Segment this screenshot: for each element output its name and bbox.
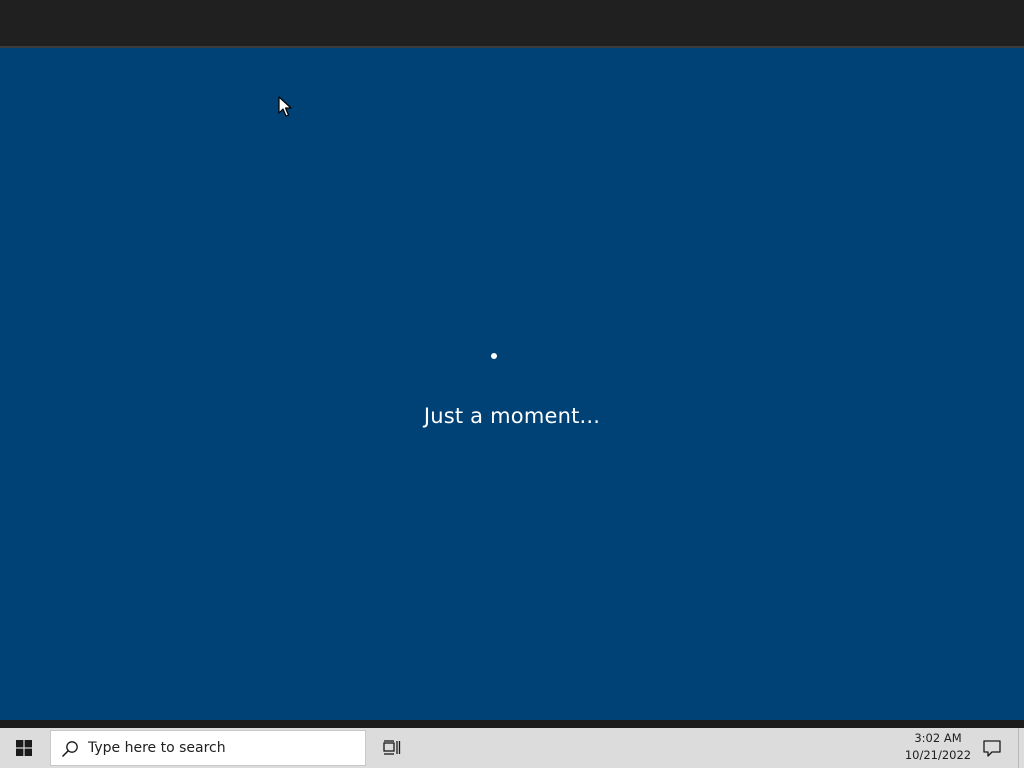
system-clock[interactable]: 3:02 AM 10/21/2022 [900,730,976,766]
clock-date: 10/21/2022 [904,748,972,762]
search-input[interactable]: Type here to search [50,730,366,766]
taskbar: Type here to search 3:02 AM 10/21/2022 [0,728,1024,768]
show-desktop-button[interactable] [1018,728,1024,768]
search-icon [61,741,78,758]
action-center-button[interactable] [976,728,1008,768]
clock-time: 3:02 AM [914,731,962,745]
mouse-cursor-icon [278,96,292,117]
taskbar-divider [0,720,1024,728]
oobe-screen: Just a moment... [0,48,1024,720]
start-button[interactable] [0,728,48,768]
window-title-bar [0,0,1024,48]
windows-logo-icon [16,740,32,756]
notification-icon [983,739,1001,757]
status-message: Just a moment... [423,404,601,428]
search-placeholder: Type here to search [88,740,226,756]
task-view-icon [383,740,401,755]
task-view-button[interactable] [372,728,412,768]
loading-spinner-icon [491,353,497,359]
